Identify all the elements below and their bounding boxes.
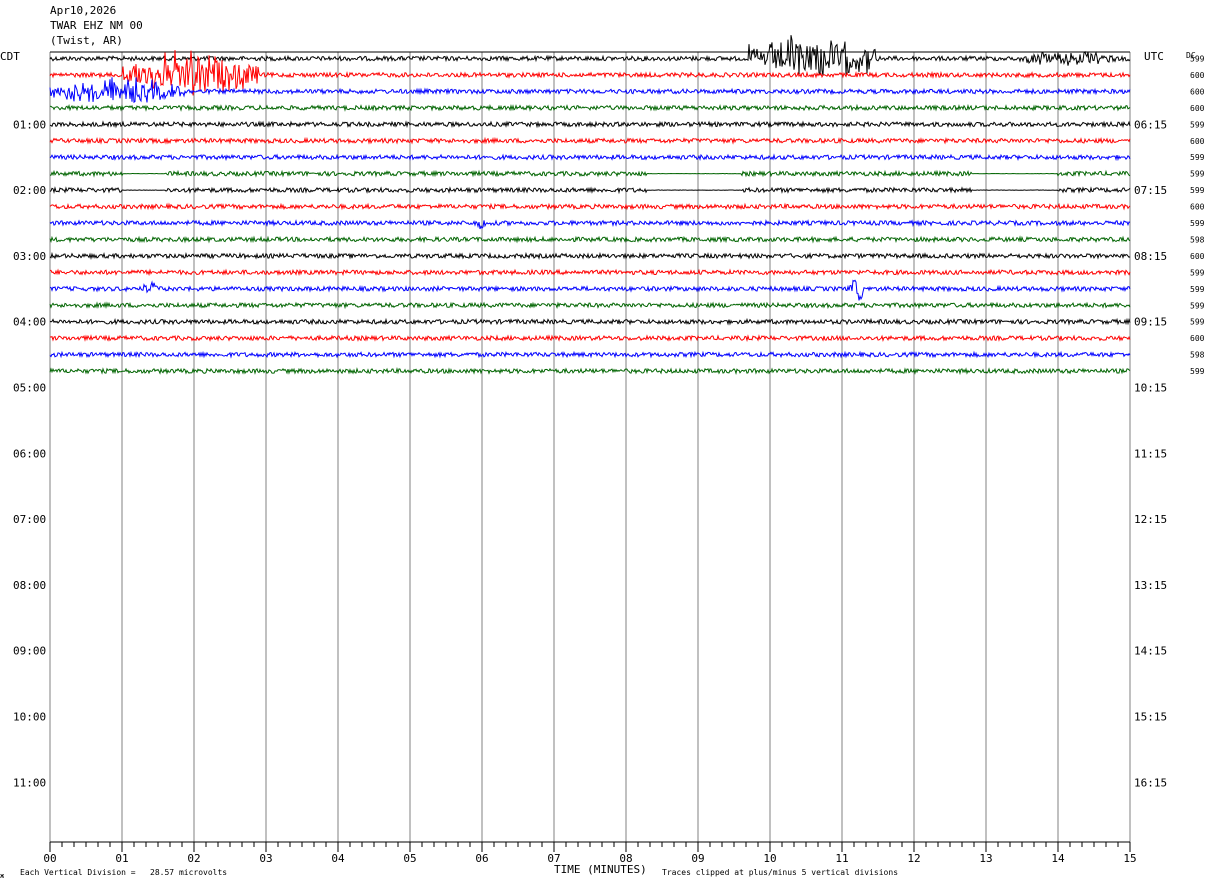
utc-hour-label: 16:15 [1134, 776, 1167, 789]
utc-hour-label: 14:15 [1134, 645, 1167, 658]
trace-line [49, 202, 1131, 211]
cdt-hour-label: 03:00 [13, 250, 46, 263]
utc-hour-label: 15:15 [1134, 711, 1167, 724]
dc-value: 599 [1190, 367, 1205, 376]
dc-column-label: DC [1186, 51, 1196, 60]
trace-line [49, 334, 1131, 343]
trace-line [49, 153, 1131, 162]
trace-line [50, 268, 1131, 277]
trace-line [49, 186, 1131, 195]
trace-line [49, 136, 1131, 145]
x-tick-label: 15 [1123, 852, 1136, 865]
x-tick-label: 04 [331, 852, 345, 865]
x-tick-label: 01 [115, 852, 128, 865]
trace-line [49, 120, 1131, 129]
dc-value: 599 [1190, 285, 1205, 294]
cdt-hour-label: 11:00 [13, 776, 46, 789]
trace-line [49, 219, 1131, 230]
utc-hour-label: 08:15 [1134, 250, 1167, 263]
cdt-hour-label: 04:00 [13, 316, 46, 329]
cdt-hour-labels: 01:00 02:00 03:00 04:00 05:00 06:00 07:00 08:00… [13, 118, 46, 789]
x-tick-label: 11 [835, 852, 848, 865]
utc-hour-label: 12:15 [1134, 513, 1167, 526]
utc-hour-labels: 06:15 07:15 08:15 09:15 10:15 11:15 12:15 13:15… [1134, 118, 1167, 789]
x-tick-label: 09 [691, 852, 704, 865]
cdt-hour-label: 07:00 [13, 513, 46, 526]
clip-note: Traces clipped at plus/minus 5 vertical … [662, 868, 898, 877]
trace-line [49, 103, 1131, 112]
dc-value: 599 [1190, 170, 1205, 179]
x-axis-title: TIME (MINUTES) [554, 863, 647, 876]
cdt-hour-label: 08:00 [13, 579, 46, 592]
x-tick-label: 10 [763, 852, 776, 865]
x-tick-label: 00 [43, 852, 56, 865]
dc-offset-values: 599 600 600 600 599 600 599 599 599 600 599 598 600 5… [1190, 55, 1205, 377]
dc-value: 600 [1190, 104, 1205, 113]
utc-hour-label: 13:15 [1134, 579, 1167, 592]
x-tick-label: 14 [1051, 852, 1065, 865]
dc-value: 599 [1190, 153, 1205, 162]
trace-line [49, 279, 1131, 301]
utc-hour-label: 07:15 [1134, 184, 1167, 197]
x-tick-label: 03 [259, 852, 272, 865]
dc-value: 599 [1190, 186, 1205, 195]
x-tick-label: 06 [475, 852, 488, 865]
utc-axis-label: UTC [1144, 50, 1164, 63]
scale-note: Each Vertical Division = 28.57 microvolt… [20, 868, 227, 877]
dc-value: 598 [1190, 235, 1205, 244]
dc-value: 600 [1190, 137, 1205, 146]
cdt-hour-label: 06:00 [13, 447, 46, 460]
cdt-axis-label: CDT [0, 50, 20, 63]
cdt-hour-label: 09:00 [13, 645, 46, 658]
trace-line [49, 251, 1131, 261]
trace-line [49, 77, 1131, 104]
x-tick-label: 12 [907, 852, 920, 865]
x-axis: 00 01 02 03 04 05 06 07 08 09 10 11 12 13 14 15 [43, 841, 1137, 865]
dc-value: 600 [1190, 203, 1205, 212]
trace-line [49, 235, 1131, 244]
cdt-hour-label: 05:00 [13, 382, 46, 395]
cdt-hour-label: 02:00 [13, 184, 46, 197]
x-tick-label: 05 [403, 852, 416, 865]
dc-value: 600 [1190, 334, 1205, 343]
utc-hour-label: 10:15 [1134, 382, 1167, 395]
trace-line [49, 350, 1131, 359]
trace-line [49, 301, 1131, 310]
utc-hour-label: 09:15 [1134, 316, 1167, 329]
dc-value: 600 [1190, 252, 1205, 261]
seismic-traces [49, 35, 1131, 376]
dc-value: 599 [1190, 268, 1205, 277]
dc-value: 599 [1190, 120, 1205, 129]
utc-hour-label: 06:15 [1134, 118, 1167, 131]
dc-value: 599 [1190, 219, 1205, 228]
trace-line [49, 367, 1131, 376]
dc-value: 600 [1190, 71, 1205, 80]
x-tick-label: 02 [187, 852, 200, 865]
cdt-hour-label: 01:00 [13, 118, 46, 131]
dc-value: 600 [1190, 87, 1205, 96]
x-tick-label: 13 [979, 852, 992, 865]
trace-line [49, 169, 1131, 178]
dc-value: 598 [1190, 351, 1205, 360]
trace-line [49, 317, 1131, 326]
corner-mark: ж [0, 872, 5, 880]
dc-value: 599 [1190, 318, 1205, 327]
dc-value: 599 [1190, 301, 1205, 310]
utc-hour-label: 11:15 [1134, 447, 1167, 460]
helicorder-plot: 01:00 02:00 03:00 04:00 05:00 06:00 07:00 08:00… [0, 35, 1205, 880]
cdt-hour-label: 10:00 [13, 711, 46, 724]
